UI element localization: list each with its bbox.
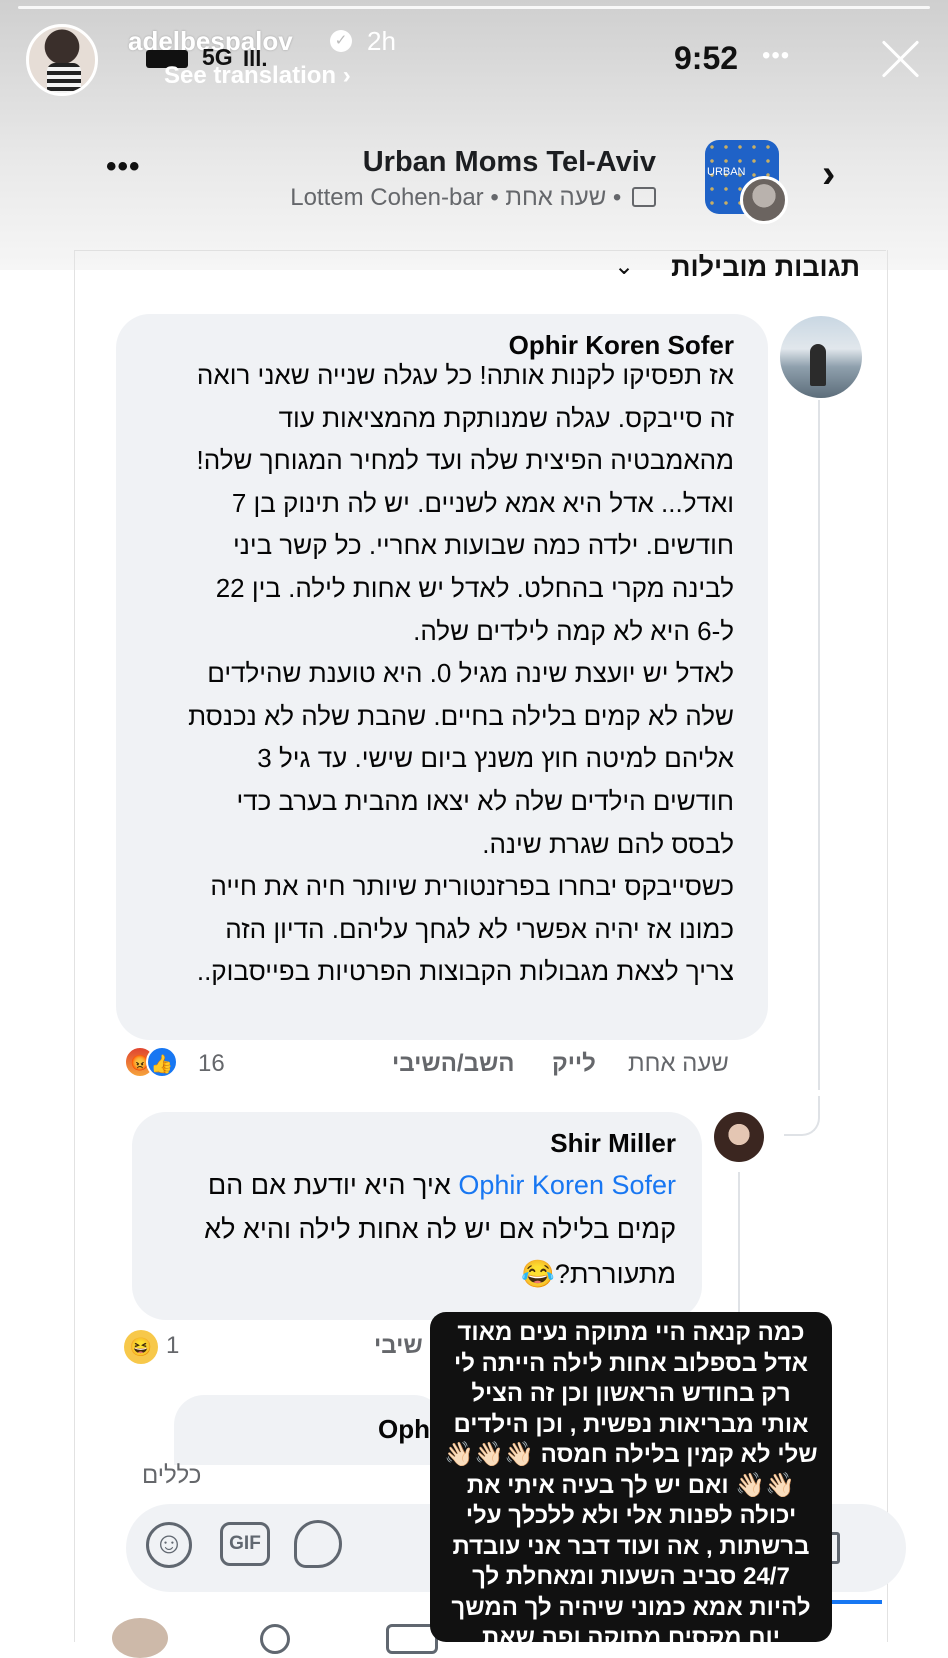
comment-line: Ophir Koren Sofer איך היא יודעת אם הם [208, 1170, 676, 1201]
see-translation-label: See translation [164, 62, 337, 89]
status-time: 9:52 [674, 40, 739, 76]
overlay-line: יכולה לפנות אלי ולא ללכלך עלי [465, 1502, 797, 1529]
haha-reaction-icon: 😆 [124, 1330, 158, 1364]
mention-link[interactable]: Ophir Koren Sofer [458, 1170, 676, 1200]
overlay-line: שלי לא קמין בלילה חמסה 👋🏻👋🏻👋🏻 [444, 1441, 818, 1468]
emoji-icon[interactable]: ☺ [146, 1522, 192, 1568]
comment-line: לבינה מקרי בהחלט. לאדל יש אחות לילה. בין… [215, 573, 734, 603]
comment-author[interactable]: Shir Miller [550, 1128, 676, 1159]
top-comments-filter[interactable]: תגובות מובילות [671, 252, 860, 283]
story-more-button[interactable]: ••• [762, 42, 790, 70]
poster-avatar[interactable] [740, 176, 788, 224]
comment-line: חודשים. ילדה כמה שבועות אחריי. כל קשר בי… [232, 530, 734, 561]
story-text-overlay: כמה קנאה היי מתוקה נעים מאוד אדל בספלוב א… [430, 1312, 832, 1642]
comment-line: זה סייבקס. עגלה שמנותקת מהמציאות עוד [278, 402, 734, 433]
group-name[interactable]: Urban Moms Tel-Aviv [363, 146, 656, 179]
comment-bubble: Ophir Koren Sofer אז תפסיקו לקנות אותה! … [116, 314, 768, 1040]
comment-line: חודשים הילדים שלה לא יצאו מהבית בערב כדי [236, 786, 734, 816]
comment-line: לאדל יש יועצת שינה מגיל 0. היא טוענת שהי… [207, 658, 734, 689]
divider [74, 250, 886, 251]
comment-text: אז תפסיקו לקנות אותה! כל עגלה שנייה שאני… [140, 360, 734, 1030]
comment-bubble: Shir Miller Ophir Koren Sofer איך היא יו… [132, 1112, 702, 1320]
reply-button[interactable]: השב/השיבי [392, 1050, 514, 1078]
overlay-line: 👋🏻👋🏻 ואם יש לך בעיה איתי את [466, 1471, 796, 1499]
comment-line: שלה לא קמים בלילה בחיים. שהבת שלה לא נכנ… [188, 700, 734, 731]
avatar[interactable] [112, 1618, 168, 1658]
comment-line: קמים בלילה אם יש לה אחות לילה והיא לא [204, 1214, 676, 1244]
comment-line: כמונו אז יהיה אפשרי לא לגחך עליהם. הדיון… [225, 913, 734, 944]
thread-connector [784, 1096, 820, 1136]
comment-line: אליהם למיטה חוץ משנץ ביום שישי. עד גיל 3 [257, 743, 734, 774]
comment-line: ל-6 היא לא קמה לילדים שלה. [413, 615, 734, 646]
filter-label[interactable]: כללים [142, 1462, 201, 1490]
gif-button[interactable]: GIF [220, 1522, 270, 1566]
story-avatar[interactable] [26, 24, 98, 96]
like-button[interactable]: לייק [552, 1050, 596, 1078]
comment-line: מתעוררת?😂 [521, 1259, 676, 1289]
comment-author[interactable]: Ophir Koren Sofer [509, 330, 734, 361]
thread-line [818, 400, 820, 1090]
post-meta-text: Lottem Cohen-bar • שעה אחת • [290, 184, 622, 211]
post-more-button[interactable]: ••• [106, 150, 141, 184]
overlay-line: כמה קנאה היי מתוקה נעים מאוד [457, 1319, 805, 1346]
story-time-ago: 2h [367, 26, 396, 56]
reply-button[interactable]: שיבי [374, 1332, 423, 1360]
sticker-icon[interactable] [294, 1520, 342, 1568]
like-reaction-icon: 👍 [146, 1046, 178, 1078]
comment-line: מהאמבטיה הפיצית שלה ועד למחיר המגוחך שלה… [196, 445, 734, 476]
notification-icon[interactable] [260, 1624, 290, 1654]
verified-badge-icon: ✓ [330, 30, 352, 52]
chevron-down-icon[interactable]: ⌄ [614, 252, 634, 281]
comment-line: כשסייבקס יבחרו בפרזנטורית שיותר חיה את ח… [210, 871, 734, 902]
reaction-count[interactable]: 16 [198, 1050, 225, 1078]
see-translation-link[interactable]: See translation › [164, 62, 351, 90]
comment-line: לבסס להם שגרת שינה. [482, 828, 734, 859]
comment-line: צריך לצאת מגבולות הקבוצות הפרטיות בפייסב… [196, 956, 734, 987]
comment-line-text: איך היא יודעת אם הם [207, 1170, 451, 1200]
avatar[interactable] [780, 316, 862, 398]
comment-line: אז תפסיקו לקנות אותה! כל עגלה שנייה שאני… [196, 360, 734, 390]
story-progress-bar [18, 6, 930, 9]
comment-time: שעה אחת [628, 1050, 729, 1077]
chevron-right-icon: › [342, 62, 351, 89]
overlay-line: אותי מבריאות נפשית , וכן הילדים [453, 1410, 809, 1438]
overlay-line: רק בחודש הראשון וכן זה הציל [471, 1380, 791, 1407]
post-meta: Lottem Cohen-bar • שעה אחת • [290, 184, 656, 212]
comment-author[interactable]: Oph [378, 1414, 430, 1445]
overlay-line: יום מקסים מתוקה ופה שאת [482, 1624, 780, 1642]
group-icon [632, 187, 656, 207]
chevron-right-icon[interactable]: › [822, 152, 835, 197]
group-thumb-label: URBAN [707, 166, 746, 178]
avatar[interactable] [714, 1112, 764, 1162]
comment-line: ואדל... אדל היא אמא לשניים. יש לה תינוק … [231, 487, 734, 518]
overlay-line: להיות אמא כמוני שיהיה לך המשך [451, 1593, 811, 1621]
reaction-count[interactable]: 1 [166, 1332, 179, 1360]
overlay-line: ברשתות , אה ועוד דבר אני עובדת [452, 1532, 810, 1560]
overlay-line: 24/7 סביב השעות ומאחלת לך [472, 1563, 790, 1590]
overlay-line: אדל בספלוב אחות לילה הייתה לי [454, 1349, 808, 1377]
close-icon[interactable] [876, 34, 926, 84]
